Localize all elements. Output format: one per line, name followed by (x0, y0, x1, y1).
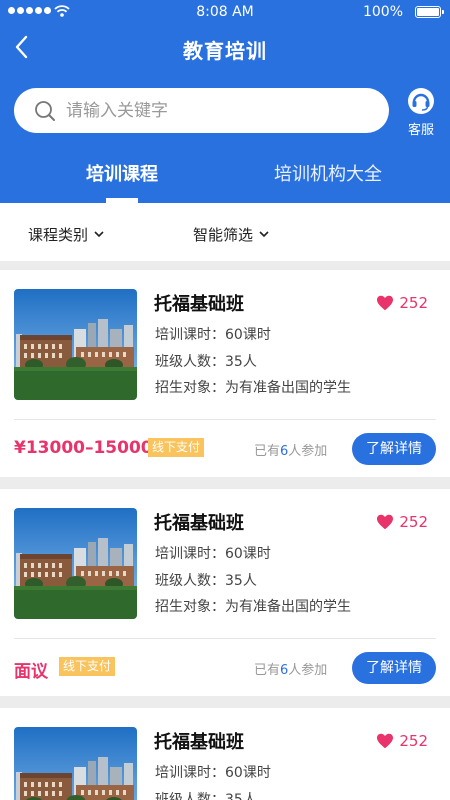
like-count: 252 (399, 294, 428, 312)
target-students: 招生对象：为有准备出国的学生 (155, 596, 351, 616)
customer-service-label: 客服 (407, 123, 434, 138)
course-hours-value: 60课时 (225, 765, 271, 781)
joined-count: 已有6人参加 (254, 659, 327, 678)
course-hours: 培训课时：60课时 (155, 324, 271, 344)
target-students: 招生对象：为有准备出国的学生 (155, 377, 351, 397)
details-button[interactable]: 了解详情 (352, 652, 436, 684)
search-input[interactable] (66, 88, 366, 133)
page-title: 教育培训 (183, 39, 267, 63)
course-thumbnail (14, 289, 137, 400)
course-hours-value: 60课时 (225, 327, 271, 343)
filter-smart-sort-label: 智能筛选 (193, 226, 254, 244)
joined-prefix: 已有 (254, 663, 281, 678)
like-count: 252 (399, 513, 428, 531)
filter-course-category[interactable]: 课程类别 (28, 224, 104, 245)
tab-training-institutions[interactable]: 培训机构大全 (264, 160, 392, 186)
class-size-label: 班级人数： (155, 573, 225, 589)
battery-percent: 100% (362, 4, 403, 20)
filter-bar: 课程类别 智能筛选 (0, 203, 450, 261)
course-card[interactable]: 托福基础班 252 培训课时：60课时 班级人数：35人 (0, 708, 450, 800)
like-button[interactable]: 252 (376, 294, 428, 312)
class-size-value: 35人 (225, 573, 257, 589)
headset-icon (408, 88, 434, 114)
joined-count: 已有6人参加 (254, 440, 327, 459)
target-students-label: 招生对象： (155, 380, 225, 396)
target-students-value: 为有准备出国的学生 (225, 380, 351, 396)
divider (14, 638, 436, 639)
class-size: 班级人数：35人 (155, 570, 257, 590)
class-size-label: 班级人数： (155, 354, 225, 370)
battery-icon (415, 6, 444, 18)
joined-prefix: 已有 (254, 444, 281, 459)
divider (14, 419, 436, 420)
filter-smart-sort[interactable]: 智能筛选 (193, 224, 269, 245)
course-name: 托福基础班 (154, 732, 244, 753)
class-size-label: 班级人数： (155, 792, 225, 800)
course-price: 面议 (14, 662, 48, 682)
joined-suffix: 人参加 (288, 444, 328, 459)
course-name: 托福基础班 (154, 513, 244, 534)
status-bar: 8:08 AM 100% (0, 0, 450, 24)
details-button[interactable]: 了解详情 (352, 433, 436, 465)
course-card[interactable]: 托福基础班 252 培训课时：60课时 班级人数：35人 招生对象：为有准备出国… (0, 270, 450, 477)
course-hours-label: 培训课时： (155, 546, 225, 562)
tab-training-courses[interactable]: 培训课程 (64, 160, 180, 186)
class-size-value: 35人 (225, 792, 257, 800)
like-button[interactable]: 252 (376, 732, 428, 750)
course-thumbnail (14, 727, 137, 800)
heart-icon (376, 733, 394, 749)
course-hours: 培训课时：60课时 (155, 543, 271, 563)
like-button[interactable]: 252 (376, 513, 428, 531)
header: 8:08 AM 100% 教育培训 客服 培训课程 培训机构大全 (0, 0, 450, 203)
class-size: 班级人数：35人 (155, 789, 257, 800)
payment-tag: 线下支付 (59, 657, 116, 676)
chevron-down-icon (259, 231, 269, 238)
target-students-value: 为有准备出国的学生 (225, 599, 351, 615)
search-icon (35, 101, 55, 121)
payment-tag: 线下支付 (148, 438, 205, 457)
tab-bar: 培训课程 培训机构大全 (0, 150, 450, 203)
course-price: ¥13000–15000 (14, 438, 153, 458)
target-students-label: 招生对象： (155, 599, 225, 615)
heart-icon (376, 514, 394, 530)
course-hours-label: 培训课时： (155, 327, 225, 343)
heart-icon (376, 295, 394, 311)
course-name: 托福基础班 (154, 294, 244, 315)
joined-suffix: 人参加 (288, 663, 328, 678)
like-count: 252 (399, 732, 428, 750)
course-card[interactable]: 托福基础班 252 培训课时：60课时 班级人数：35人 招生对象：为有准备出国… (0, 489, 450, 696)
course-hours-label: 培训课时： (155, 765, 225, 781)
course-thumbnail (14, 508, 137, 619)
class-size: 班级人数：35人 (155, 351, 257, 371)
search-box[interactable] (14, 88, 389, 133)
course-hours: 培训课时：60课时 (155, 762, 271, 782)
customer-service-button[interactable]: 客服 (403, 87, 439, 138)
course-hours-value: 60课时 (225, 546, 271, 562)
class-size-value: 35人 (225, 354, 257, 370)
filter-course-category-label: 课程类别 (28, 226, 89, 244)
chevron-down-icon (94, 231, 104, 238)
